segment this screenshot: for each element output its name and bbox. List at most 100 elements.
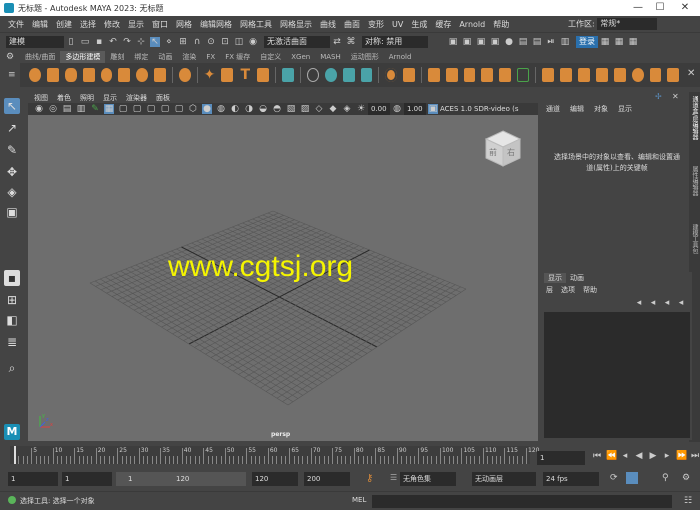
channelbox-float-icon[interactable]: ✢ (655, 92, 662, 101)
side-tab-attribute-editor[interactable]: 属性编辑器 (690, 166, 699, 196)
single-perspective-view-icon[interactable]: ▪ (4, 270, 20, 286)
menu-item[interactable]: 网格 (176, 19, 192, 30)
gamma-icon[interactable]: ◍ (392, 104, 402, 114)
channelbox-menu-item[interactable]: 显示 (618, 104, 632, 114)
poly-cone-icon[interactable] (82, 68, 95, 82)
construction-history-icon[interactable]: ⌘ (346, 37, 356, 47)
command-input[interactable] (372, 495, 672, 508)
go-to-start-icon[interactable]: ⏮ (592, 451, 602, 461)
hypershade-icon[interactable]: ● (504, 37, 514, 47)
select-object-icon[interactable]: ↖ (150, 36, 160, 47)
maximize-button[interactable]: ☐ (650, 2, 670, 13)
move-tool-icon[interactable]: ✥ (4, 164, 20, 180)
xray-icon[interactable]: ◇ (314, 104, 324, 114)
viewport-menu-item[interactable]: 着色 (57, 93, 71, 103)
menu-item[interactable]: 显示 (128, 19, 144, 30)
menu-item[interactable]: 修改 (104, 19, 120, 30)
uv-layout-icon[interactable] (667, 68, 680, 82)
layer-list[interactable] (544, 312, 690, 438)
poly-plane-icon[interactable] (118, 68, 131, 82)
new-layer-icon[interactable]: ◂ (634, 298, 644, 308)
quad-draw-icon[interactable] (595, 68, 608, 82)
ipr-render-icon[interactable]: ▣ (476, 37, 486, 47)
animation-start-field[interactable]: 1 (8, 472, 58, 486)
multi-cut-icon[interactable] (542, 68, 555, 82)
poly-disc-icon[interactable] (136, 68, 149, 82)
menu-item[interactable]: UV (392, 20, 403, 29)
undo-icon[interactable]: ↶ (108, 37, 118, 47)
loop-icon[interactable]: ⟳ (610, 473, 618, 483)
scale-tool-icon[interactable]: ▣ (4, 204, 20, 220)
shelf-menu-icon[interactable]: ≡ (8, 70, 16, 80)
motion-blur-icon[interactable]: ▧ (286, 104, 296, 114)
smooth-icon[interactable] (342, 68, 355, 82)
new-scene-icon[interactable]: ▯ (66, 37, 76, 47)
shelf-tab[interactable]: Arnold (384, 51, 417, 63)
fps-dropdown[interactable]: 24 fps (543, 472, 599, 486)
viewport-menu-item[interactable]: 渲染器 (126, 93, 147, 103)
panel-toggle-icon[interactable]: ▦ (600, 37, 610, 47)
menu-item[interactable]: 缓存 (435, 19, 451, 30)
shelf-tab[interactable]: MASH (315, 51, 346, 63)
render-frame-icon[interactable]: ▣ (462, 37, 472, 47)
color-management-icon[interactable]: ▣ (428, 104, 438, 114)
channelbox-menu-item[interactable]: 对象 (594, 104, 608, 114)
play-backwards-icon[interactable]: ◀ (634, 451, 644, 461)
menu-item[interactable]: Arnold (459, 20, 485, 29)
search-icon[interactable]: ⌕ (4, 360, 20, 376)
menu-item[interactable]: 变形 (368, 19, 384, 30)
audio-icon[interactable] (626, 472, 638, 484)
panel-toggle-icon[interactable]: ▦ (628, 37, 638, 47)
shelf-gear-icon[interactable]: ⚙ (6, 52, 14, 62)
menu-item[interactable]: 编辑 (32, 19, 48, 30)
exposure-icon[interactable]: ☀ (356, 104, 366, 114)
view-cube[interactable]: 前 右 (483, 129, 523, 169)
save-scene-icon[interactable]: ▪ (94, 37, 104, 47)
step-forward-key-icon[interactable]: ⏩ (676, 451, 687, 461)
field-chart-icon[interactable]: ▢ (160, 104, 170, 114)
render-settings-icon[interactable]: ▣ (490, 37, 500, 47)
redo-icon[interactable]: ↷ (122, 37, 132, 47)
outliner-icon[interactable]: ≣ (4, 334, 20, 350)
menu-item[interactable]: 帮助 (493, 19, 509, 30)
resolution-gate-icon[interactable]: ▢ (132, 104, 142, 114)
menu-item[interactable]: 网格工具 (240, 19, 272, 30)
anim-layer-dropdown[interactable]: 无动画层 (472, 472, 536, 486)
perspective-viewport[interactable]: 前 右 www.cgtsj.org x y z persp (28, 115, 538, 441)
close-button[interactable]: ✕ (675, 2, 695, 13)
target-weld-icon[interactable] (560, 68, 572, 82)
script-editor-icon[interactable]: ☷ (684, 496, 692, 506)
auto-key-icon[interactable]: ⚷ (366, 473, 373, 484)
poly-cube-icon[interactable] (46, 68, 59, 82)
xray-active-icon[interactable]: ◈ (342, 104, 352, 114)
play-forwards-icon[interactable]: ▶ (648, 451, 658, 461)
layer-tab-display[interactable]: 显示 (544, 273, 566, 283)
channelbox-menu-item[interactable]: 通道 (546, 104, 560, 114)
merge-icon[interactable] (499, 68, 512, 82)
menu-item[interactable]: 曲线 (320, 19, 336, 30)
planar-map-icon[interactable] (631, 68, 644, 82)
playback-start-field[interactable]: 1 (62, 472, 112, 486)
select-component-icon[interactable]: ⋄ (164, 37, 174, 47)
svg-icon[interactable] (257, 68, 270, 82)
login-button[interactable]: 登录 (576, 35, 598, 48)
live-surface-icon[interactable]: ◉ (248, 37, 258, 47)
animation-end-field[interactable]: 200 (304, 472, 350, 486)
panel-toggle-icon[interactable]: ▦ (614, 37, 624, 47)
viewport-menu-item[interactable]: 视图 (34, 93, 48, 103)
shelf-scroll-icon[interactable]: ✕ (685, 68, 697, 82)
current-frame-marker[interactable] (14, 446, 16, 464)
render-sequence-icon[interactable]: ⏯ (546, 37, 556, 47)
channelbox-close-icon[interactable]: ✕ (672, 92, 679, 101)
shelf-tab[interactable]: 渲染 (177, 51, 201, 63)
separate-icon[interactable] (324, 68, 337, 82)
four-view-icon[interactable]: ⊞ (4, 292, 20, 308)
poly-type-icon[interactable]: T (239, 68, 251, 82)
snap-curve-icon[interactable]: ∩ (192, 37, 202, 47)
uv-editor-icon[interactable] (613, 68, 626, 82)
exposure-field[interactable]: 0.00 (368, 103, 390, 115)
character-set-dropdown[interactable]: 无角色集 (400, 472, 456, 486)
bridge-icon[interactable] (445, 68, 458, 82)
poly-helix-icon[interactable] (221, 68, 234, 82)
safe-action-icon[interactable]: ▢ (174, 104, 184, 114)
